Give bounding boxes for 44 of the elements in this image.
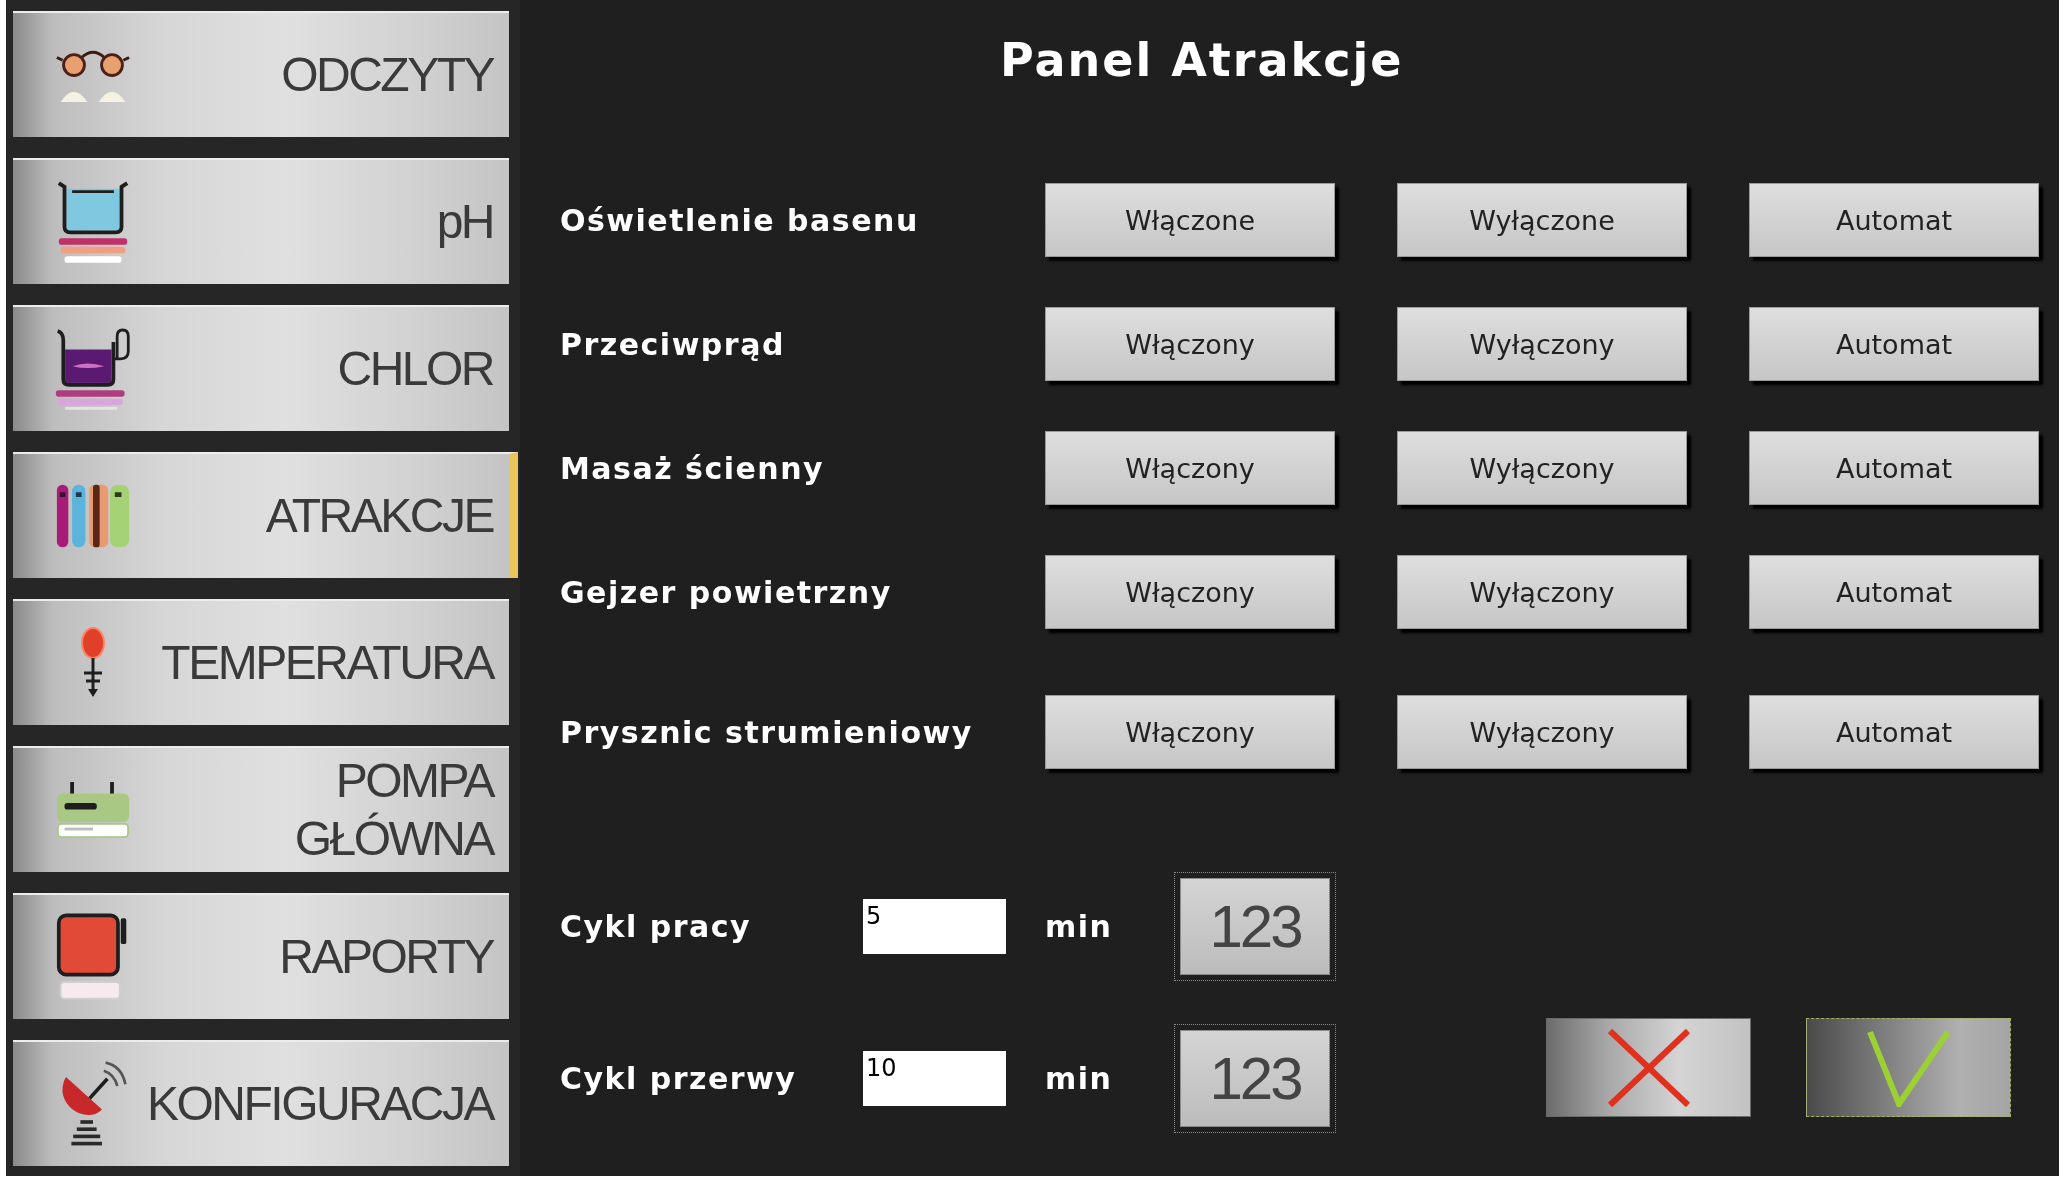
panel-title: Panel Atrakcje bbox=[1000, 32, 1404, 88]
sidebar-item[interactable]: CHLOR bbox=[13, 305, 509, 431]
router-icon bbox=[55, 781, 131, 839]
mode-button[interactable]: Wyłączony bbox=[1397, 695, 1687, 769]
mode-button[interactable]: Włączony bbox=[1045, 695, 1335, 769]
sidebar-item[interactable]: TEMPERATURA bbox=[13, 599, 509, 725]
mode-button[interactable]: Włączony bbox=[1045, 431, 1335, 505]
sidebar-item[interactable]: KONFIGURACJA bbox=[13, 1040, 509, 1166]
confirm-button[interactable] bbox=[1806, 1018, 2011, 1117]
mode-button[interactable]: Automat bbox=[1749, 183, 2039, 257]
check-icon bbox=[1866, 1028, 1951, 1107]
thermometer-icon bbox=[78, 627, 108, 699]
input-field[interactable]: 10 bbox=[863, 1051, 1006, 1106]
unit-label: min bbox=[1045, 909, 1113, 944]
mode-button[interactable]: Wyłączony bbox=[1397, 307, 1687, 381]
attraction-label: Przeciwprąd bbox=[560, 326, 785, 362]
sidebar-item[interactable]: pH bbox=[13, 158, 509, 284]
sidebar-item[interactable]: ATRAKCJE bbox=[13, 452, 518, 578]
mode-button[interactable]: Włączone bbox=[1045, 183, 1335, 257]
sidebar-item[interactable]: ODCZYTY bbox=[13, 11, 509, 137]
unit-label: min bbox=[1045, 1061, 1113, 1096]
input-field[interactable]: 5 bbox=[863, 899, 1006, 954]
mode-button[interactable]: Wyłączone bbox=[1397, 183, 1687, 257]
mode-button[interactable]: Automat bbox=[1749, 307, 2039, 381]
cancel-button[interactable] bbox=[1546, 1018, 1751, 1117]
sidebar-item[interactable]: RAPORTY bbox=[13, 893, 509, 1019]
beaker-icon bbox=[55, 179, 131, 265]
mode-button[interactable]: Automat bbox=[1749, 431, 2039, 505]
books-icon bbox=[55, 482, 131, 550]
mode-button[interactable]: Włączony bbox=[1045, 555, 1335, 629]
mode-button[interactable]: Włączony bbox=[1045, 307, 1335, 381]
mode-button[interactable]: Automat bbox=[1749, 695, 2039, 769]
sidebar-item[interactable]: POMPA GŁÓWNA bbox=[13, 746, 509, 872]
cycle-label: Cykl przerwy bbox=[560, 1061, 797, 1096]
mode-button[interactable]: Wyłączony bbox=[1397, 555, 1687, 629]
attraction-label: Prysznic strumieniowy bbox=[560, 714, 973, 750]
cycle-label: Cykl pracy bbox=[560, 909, 752, 944]
attraction-label: Gejzer powietrzny bbox=[560, 574, 892, 610]
jug-icon bbox=[54, 327, 132, 411]
mode-button[interactable]: Wyłączony bbox=[1397, 431, 1687, 505]
cross-icon bbox=[1606, 1027, 1691, 1108]
mode-button[interactable]: Automat bbox=[1749, 555, 2039, 629]
attraction-label: Oświetlenie basenu bbox=[560, 202, 919, 238]
attraction-label: Masaż ścienny bbox=[560, 450, 825, 486]
